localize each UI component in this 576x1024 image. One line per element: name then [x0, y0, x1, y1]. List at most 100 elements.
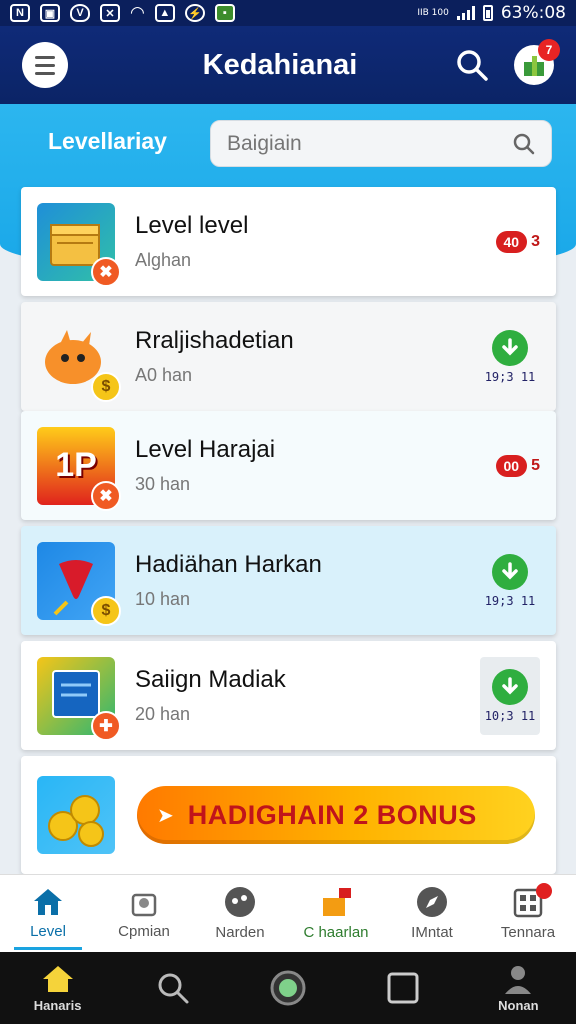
item-subtitle: Alghan: [135, 250, 192, 270]
nav-label: Hanaris: [33, 997, 82, 1013]
game-icon: ▪: [214, 4, 235, 22]
page-title: Kedahianai: [202, 48, 358, 81]
download-button[interactable]: 19;3 11: [480, 329, 540, 384]
download-button[interactable]: 19;3 11: [480, 553, 540, 608]
item-title: Level Harajai: [135, 436, 276, 463]
item-subtitle: 20 han: [135, 704, 191, 724]
avatar[interactable]: 7: [514, 39, 560, 85]
nav-label: Nonan: [498, 997, 539, 1013]
nav-circle[interactable]: [248, 969, 328, 1007]
menu-button[interactable]: [22, 42, 68, 88]
pill-suffix: 5: [531, 456, 540, 474]
dots-icon: [225, 887, 255, 917]
bonus-card: ➤ HADIGHAIN 2 BONUS: [21, 756, 556, 874]
item-texts: Saiign Madiak 20 han: [135, 666, 480, 725]
download-text: 19;3 11: [484, 369, 536, 384]
download-button[interactable]: 10;3 11: [480, 656, 540, 735]
home-icon: [42, 965, 73, 992]
tool-badge-icon: ✖: [91, 480, 121, 511]
reward-pill[interactable]: 40 3: [495, 230, 540, 253]
wifi-icon: ◠: [130, 3, 145, 22]
item-texts: Hadiähan Harkan 10 han: [135, 551, 480, 610]
download-text: 19;3 11: [484, 593, 536, 608]
coin-badge-icon: $: [91, 595, 121, 626]
nav-profile[interactable]: Nonan: [478, 964, 558, 1013]
circle-icon: [270, 970, 306, 1006]
tool-badge-icon: ✚: [91, 710, 121, 741]
battery-time-text: 63%:08: [500, 3, 566, 23]
tab-cpmian[interactable]: Cpmian: [96, 875, 192, 952]
notification-badge: 7: [538, 39, 560, 61]
home-icon: [34, 889, 62, 915]
list-item[interactable]: ✖ Level level Alghan 40 3: [21, 187, 556, 296]
tab-label: Tennara: [500, 924, 556, 941]
pill-suffix: 3: [531, 232, 540, 250]
tab-chaarlan[interactable]: C haarlan: [288, 875, 384, 952]
nav-home[interactable]: Hanaris: [18, 964, 98, 1013]
nav-square[interactable]: [363, 971, 443, 1005]
list-item[interactable]: $ Hadiähan Harkan 10 han 19;3 11: [21, 526, 556, 635]
item-subtitle: 10 han: [135, 589, 191, 609]
app-icon: ⚡: [184, 4, 205, 22]
list-item[interactable]: $ Rraljishadetian A0 han 19;3 11: [21, 302, 556, 411]
shield-icon: V: [70, 4, 90, 22]
tool-badge-icon: ✖: [91, 256, 121, 287]
tab-narden[interactable]: Narden: [192, 875, 288, 952]
item-texts: Level level Alghan: [135, 212, 496, 271]
search-field[interactable]: [210, 120, 552, 167]
bottom-tab-bar: Level Cpmian Narden C haarlan IMntat Ten…: [0, 874, 576, 952]
tab-label: Narden: [215, 924, 265, 941]
pill-value: 40: [495, 230, 528, 253]
coins-graphic: [48, 795, 104, 847]
download-text: 10;3 11: [484, 708, 536, 723]
search-icon: [457, 50, 488, 81]
item-title: Hadiähan Harkan: [135, 551, 322, 578]
creature-icon: $: [37, 318, 121, 402]
coins-icon: [37, 776, 115, 854]
reward-pill[interactable]: 00 5: [495, 454, 540, 477]
gift-icon: [323, 888, 351, 916]
download-icon: [492, 329, 528, 366]
menu-icon-line: [35, 63, 55, 67]
bonus-button[interactable]: ➤ HADIGHAIN 2 BONUS: [137, 786, 535, 844]
tab-level[interactable]: Level: [0, 875, 96, 952]
item-title: Saiign Madiak: [135, 666, 286, 693]
item-title: Level level: [135, 212, 249, 239]
download-icon: [492, 668, 528, 705]
promo-icon: 1P ✖: [37, 426, 121, 511]
tab-notification-badge: [536, 883, 552, 899]
square-icon: [387, 972, 419, 1004]
bonus-label: HADIGHAIN 2 BONUS: [187, 799, 477, 830]
search-button[interactable]: [452, 45, 492, 85]
photo-icon: ▣: [40, 4, 60, 22]
compass-icon: [417, 887, 447, 917]
tab-label: IMntat: [411, 924, 453, 941]
item-texts: Rraljishadetian A0 han: [135, 327, 480, 386]
tab-imntat[interactable]: IMntat: [384, 875, 480, 952]
nav-search[interactable]: [133, 971, 213, 1005]
coin-badge-icon: $: [91, 371, 121, 402]
image-icon: ✕: [100, 4, 120, 22]
monitor-icon: ✚: [37, 656, 121, 741]
arrow-right-icon: ➤: [157, 804, 174, 827]
status-bar: N ▣ V ✕ ◠ ▲ ⚡ ▪ IIB 100 63%:08: [0, 0, 576, 26]
tab-label: Cpmian: [118, 923, 170, 940]
search-icon: [513, 133, 535, 154]
filter-label[interactable]: Levellariay: [48, 128, 167, 155]
signal-icon: [456, 6, 475, 20]
search-input[interactable]: [227, 131, 513, 156]
chest-icon: ✖: [37, 202, 121, 287]
gallery-icon: ▲: [154, 4, 175, 22]
system-nav-bar: Hanaris Nonan: [0, 952, 576, 1024]
tab-label: Level: [30, 923, 66, 940]
tab-label: C haarlan: [303, 924, 369, 941]
pill-value: 00: [495, 454, 528, 477]
list-item[interactable]: 1P ✖ Level Harajai 30 han 00 5: [21, 411, 556, 520]
menu-icon-line: [35, 71, 55, 75]
spinning-top-icon: $: [37, 541, 121, 626]
search-icon: [158, 973, 189, 1004]
tab-tennara[interactable]: Tennara: [480, 875, 576, 952]
item-subtitle: A0 han: [135, 365, 193, 385]
list-item[interactable]: ✚ Saiign Madiak 20 han 10;3 11: [21, 641, 556, 750]
item-texts: Level Harajai 30 han: [135, 436, 496, 495]
